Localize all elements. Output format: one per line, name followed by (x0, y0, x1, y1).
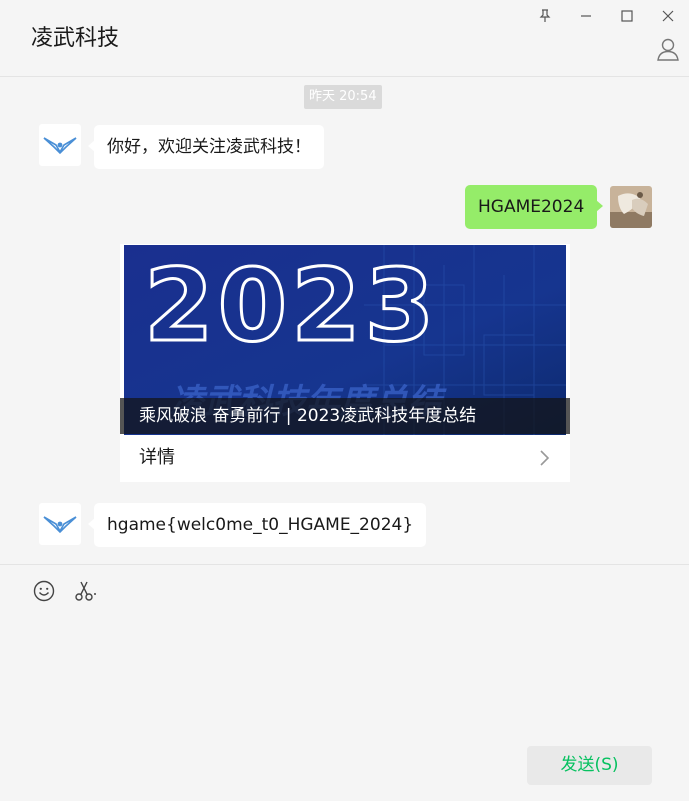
send-button[interactable]: 发送(S) (527, 746, 652, 785)
minimize-icon[interactable] (576, 6, 596, 26)
bot-avatar[interactable] (39, 124, 81, 166)
emoji-icon[interactable] (32, 579, 56, 603)
message-bubble: hgame{welc0me_t0_HGAME_2024} (87, 503, 427, 547)
message-timestamp: 昨天 20:54 (304, 85, 382, 109)
chat-header: 凌武科技 (0, 0, 689, 77)
article-caption: 乘风破浪 奋勇前行 | 2023凌武科技年度总结 (120, 398, 570, 434)
bot-avatar[interactable] (39, 503, 81, 545)
close-icon[interactable] (658, 6, 678, 26)
message-bubble: 你好，欢迎关注凌武科技！ (88, 125, 324, 169)
logo-icon (43, 516, 77, 534)
message-input-area[interactable]: 发送(S) (0, 564, 689, 801)
article-card[interactable]: 2023 凌武科技年度总结 乘风破浪 奋勇前行 | 2023凌武科技年度总结 详… (120, 244, 570, 482)
message-bubble-self: HGAME2024 (465, 185, 604, 229)
person-icon[interactable] (655, 36, 681, 62)
chat-messages[interactable]: 昨天 20:54 你好，欢迎关注凌武科技！ HGAME2024 2023 乘风破… (0, 77, 689, 564)
article-image-year: 2023 (142, 246, 439, 366)
maximize-icon[interactable] (617, 6, 637, 26)
user-avatar[interactable] (610, 186, 652, 228)
scissors-icon[interactable] (74, 579, 98, 603)
chat-title: 凌武科技 (31, 26, 120, 51)
article-detail-label[interactable]: 详情 (139, 440, 175, 476)
pin-icon[interactable] (535, 6, 555, 26)
logo-icon (43, 137, 77, 155)
chevron-right-icon (540, 450, 550, 466)
